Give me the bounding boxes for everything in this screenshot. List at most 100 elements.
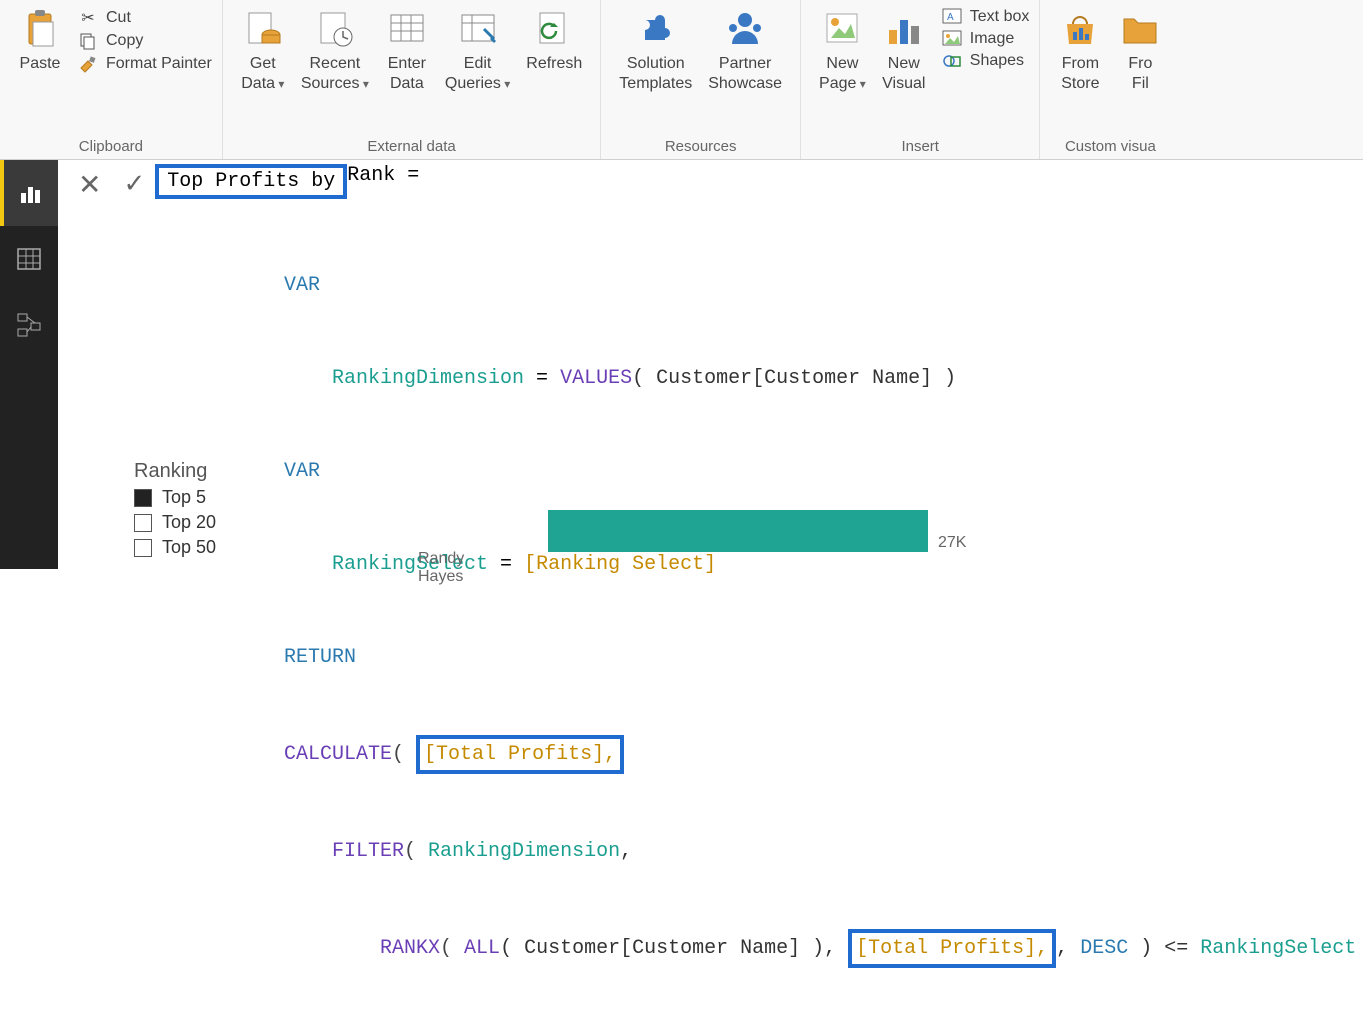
var-rankingdimension: RankingDimension bbox=[332, 367, 524, 390]
formula-bar: ✕ ✓ Top Profits by Rank = bbox=[58, 160, 1363, 210]
kw-var: VAR bbox=[284, 274, 320, 297]
report-view-button[interactable] bbox=[0, 160, 58, 226]
bar-category-label: Randy Hayes bbox=[418, 550, 464, 586]
ribbon-group-external-data: Get Data Recent Sources Enter Data Edit … bbox=[223, 0, 601, 159]
ranking-slicer-title: Ranking bbox=[134, 460, 207, 482]
checkbox-icon bbox=[134, 539, 152, 557]
edit-queries-icon bbox=[456, 8, 500, 50]
ranking-slicer[interactable]: Ranking Top 5 Top 20 Top 50 bbox=[134, 460, 216, 562]
content-area: ✕ ✓ Top Profits by Rank = VAR RankingDim… bbox=[58, 160, 1363, 569]
new-page-icon bbox=[820, 8, 864, 50]
shapes-button[interactable]: Shapes bbox=[940, 50, 1030, 72]
store-icon bbox=[1058, 8, 1102, 50]
new-page-label: New Page bbox=[819, 54, 866, 94]
fn-all: ALL bbox=[464, 937, 500, 960]
external-data-group-label: External data bbox=[367, 138, 455, 155]
measure-name-text: Top Profits by bbox=[167, 170, 335, 193]
ribbon-group-custom-visuals: From Store Fro Fil Custom visua bbox=[1040, 0, 1180, 159]
image-button[interactable]: Image bbox=[940, 28, 1030, 50]
meas-ranking-select: [Ranking Select] bbox=[524, 553, 716, 576]
fn-values: VALUES bbox=[560, 367, 632, 390]
svg-text:A: A bbox=[947, 12, 954, 23]
fn-rankx: RANKX bbox=[380, 937, 440, 960]
refresh-label: Refresh bbox=[526, 54, 582, 74]
from-file-icon bbox=[1118, 8, 1162, 50]
format-painter-icon bbox=[76, 54, 100, 74]
new-visual-label: New Visual bbox=[882, 54, 925, 94]
partner-icon bbox=[723, 8, 767, 50]
data-view-button[interactable] bbox=[0, 226, 58, 292]
text-box-label: Text box bbox=[970, 8, 1030, 26]
from-store-label: From Store bbox=[1061, 54, 1099, 94]
shapes-label: Shapes bbox=[970, 52, 1024, 70]
measure-name-suffix: Rank = bbox=[347, 164, 419, 187]
formula-cancel-button[interactable]: ✕ bbox=[66, 164, 113, 206]
text-box-button[interactable]: A Text box bbox=[940, 6, 1030, 28]
cut-button[interactable]: ✂ Cut bbox=[76, 6, 212, 30]
recent-sources-button[interactable]: Recent Sources bbox=[293, 6, 377, 96]
highlight-total-profits-1: [Total Profits], bbox=[416, 735, 624, 774]
new-visual-icon bbox=[882, 8, 926, 50]
cut-label: Cut bbox=[106, 9, 131, 27]
copy-label: Copy bbox=[106, 32, 143, 50]
ribbon-group-clipboard: Paste ✂ Cut Copy Format Painter bbox=[0, 0, 223, 159]
refresh-button[interactable]: Refresh bbox=[518, 6, 590, 76]
get-data-icon bbox=[241, 8, 285, 50]
model-view-button[interactable] bbox=[0, 292, 58, 358]
custom-visuals-group-label: Custom visua bbox=[1065, 138, 1156, 155]
image-icon bbox=[940, 30, 964, 48]
shapes-icon bbox=[940, 52, 964, 70]
insert-group-label: Insert bbox=[901, 138, 939, 155]
enter-data-label: Enter Data bbox=[388, 54, 426, 94]
partner-showcase-button[interactable]: Partner Showcase bbox=[700, 6, 790, 96]
ribbon: Paste ✂ Cut Copy Format Painter bbox=[0, 0, 1363, 160]
text-box-icon: A bbox=[940, 8, 964, 26]
format-painter-label: Format Painter bbox=[106, 55, 212, 73]
measure-name-box[interactable]: Top Profits by bbox=[155, 164, 347, 199]
new-page-button[interactable]: New Page bbox=[811, 6, 874, 96]
enter-data-icon bbox=[385, 8, 429, 50]
from-store-button[interactable]: From Store bbox=[1050, 6, 1110, 96]
view-sidebar bbox=[0, 160, 58, 569]
kw-var2: VAR bbox=[284, 460, 320, 483]
edit-queries-button[interactable]: Edit Queries bbox=[437, 6, 518, 96]
paste-button[interactable]: Paste bbox=[10, 6, 70, 76]
recent-sources-icon bbox=[313, 8, 357, 50]
checkbox-icon bbox=[134, 489, 152, 507]
cut-icon: ✂ bbox=[76, 8, 100, 28]
formula-editor[interactable]: VAR RankingDimension = VALUES( Customer[… bbox=[58, 208, 1363, 1030]
var-rankingselect: RankingSelect bbox=[332, 553, 488, 576]
edit-queries-label: Edit Queries bbox=[445, 54, 510, 94]
clipboard-group-label: Clipboard bbox=[79, 138, 143, 155]
refresh-icon bbox=[532, 8, 576, 50]
get-data-button[interactable]: Get Data bbox=[233, 6, 293, 96]
paste-label: Paste bbox=[20, 54, 61, 74]
ranking-option-top50[interactable]: Top 50 bbox=[134, 537, 216, 558]
image-label: Image bbox=[970, 30, 1014, 48]
copy-icon bbox=[76, 32, 100, 50]
formula-commit-button[interactable]: ✓ bbox=[113, 164, 155, 203]
fn-filter: FILTER bbox=[332, 840, 404, 863]
highlight-total-profits-2: [Total Profits], bbox=[848, 929, 1056, 968]
puzzle-icon bbox=[634, 8, 678, 50]
fn-calculate: CALCULATE bbox=[284, 743, 392, 766]
ribbon-group-insert: New Page New Visual A Text box bbox=[801, 0, 1040, 159]
new-visual-button[interactable]: New Visual bbox=[874, 6, 934, 96]
from-file-label: Fro Fil bbox=[1128, 54, 1152, 94]
ranking-option-top5[interactable]: Top 5 bbox=[134, 487, 216, 508]
enter-data-button[interactable]: Enter Data bbox=[377, 6, 437, 96]
partner-showcase-label: Partner Showcase bbox=[708, 54, 782, 94]
resources-group-label: Resources bbox=[665, 138, 737, 155]
checkbox-icon bbox=[134, 514, 152, 532]
get-data-label: Get Data bbox=[241, 54, 284, 94]
format-painter-button[interactable]: Format Painter bbox=[76, 52, 212, 76]
solution-templates-label: Solution Templates bbox=[619, 54, 692, 94]
copy-button[interactable]: Copy bbox=[76, 30, 212, 52]
bar-value-label: 27K bbox=[938, 534, 966, 552]
ribbon-group-resources: Solution Templates Partner Showcase Reso… bbox=[601, 0, 801, 159]
from-file-button[interactable]: Fro Fil bbox=[1110, 6, 1170, 96]
recent-sources-label: Recent Sources bbox=[301, 54, 369, 94]
ranking-option-top20[interactable]: Top 20 bbox=[134, 512, 216, 533]
solution-templates-button[interactable]: Solution Templates bbox=[611, 6, 700, 96]
kw-return: RETURN bbox=[284, 646, 356, 669]
